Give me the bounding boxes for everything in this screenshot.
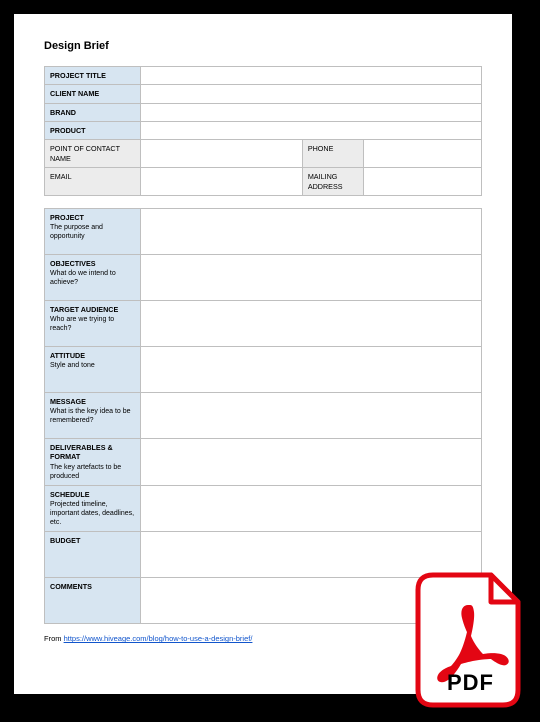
- brand-value: [141, 103, 482, 121]
- sections-table: PROJECTThe purpose and opportunityOBJECT…: [44, 208, 482, 625]
- table-row: DELIVERABLES & FORMATThe key artefacts t…: [45, 438, 482, 485]
- section-subtext: Who are we trying to reach?: [50, 315, 135, 333]
- section-label: DELIVERABLES & FORMATThe key artefacts t…: [45, 438, 141, 485]
- email-value: [141, 168, 303, 196]
- section-value: [141, 208, 482, 254]
- section-heading: TARGET AUDIENCE: [50, 305, 135, 314]
- section-subtext: What do we intend to achieve?: [50, 269, 135, 287]
- section-label: TARGET AUDIENCEWho are we trying to reac…: [45, 300, 141, 346]
- section-subtext: Projected timeline, important dates, dea…: [50, 500, 135, 527]
- section-label: BUDGET: [45, 532, 141, 578]
- page-title: Design Brief: [44, 40, 482, 52]
- section-label: MESSAGEWhat is the key idea to be rememb…: [45, 392, 141, 438]
- email-label: EMAIL: [45, 168, 141, 196]
- section-heading: OBJECTIVES: [50, 259, 135, 268]
- product-label: PRODUCT: [45, 122, 141, 140]
- mailing-label: MAILING ADDRESS: [302, 168, 363, 196]
- poc-value: [141, 140, 303, 168]
- header-info-table: PROJECT TITLE CLIENT NAME BRAND PRODUCT …: [44, 66, 482, 196]
- table-row: BRAND: [45, 103, 482, 121]
- section-label: COMMENTS: [45, 578, 141, 624]
- project-title-label: PROJECT TITLE: [45, 67, 141, 85]
- section-heading: PROJECT: [50, 213, 135, 222]
- table-row: SCHEDULEProjected timeline, important da…: [45, 485, 482, 532]
- table-row: CLIENT NAME: [45, 85, 482, 103]
- client-name-value: [141, 85, 482, 103]
- section-value: [141, 346, 482, 392]
- product-value: [141, 122, 482, 140]
- section-label: ATTITUDEStyle and tone: [45, 346, 141, 392]
- section-label: SCHEDULEProjected timeline, important da…: [45, 485, 141, 532]
- section-value: [141, 254, 482, 300]
- section-subtext: The key artefacts to be produced: [50, 463, 135, 481]
- section-value: [141, 485, 482, 532]
- section-heading: COMMENTS: [50, 582, 135, 591]
- project-title-value: [141, 67, 482, 85]
- section-label: OBJECTIVESWhat do we intend to achieve?: [45, 254, 141, 300]
- table-row: ATTITUDEStyle and tone: [45, 346, 482, 392]
- section-heading: DELIVERABLES & FORMAT: [50, 443, 135, 462]
- section-heading: MESSAGE: [50, 397, 135, 406]
- section-label: PROJECTThe purpose and opportunity: [45, 208, 141, 254]
- section-subtext: Style and tone: [50, 361, 135, 370]
- pdf-badge-label: PDF: [413, 670, 528, 696]
- client-name-label: CLIENT NAME: [45, 85, 141, 103]
- phone-value: [363, 140, 481, 168]
- table-row: EMAIL MAILING ADDRESS: [45, 168, 482, 196]
- poc-label: POINT OF CONTACT NAME: [45, 140, 141, 168]
- section-heading: BUDGET: [50, 536, 135, 545]
- section-subtext: What is the key idea to be remembered?: [50, 407, 135, 425]
- table-row: OBJECTIVESWhat do we intend to achieve?: [45, 254, 482, 300]
- pdf-file-icon: PDF: [413, 570, 528, 710]
- table-row: PROJECT TITLE: [45, 67, 482, 85]
- section-value: [141, 438, 482, 485]
- mailing-value: [363, 168, 481, 196]
- table-row: PRODUCT: [45, 122, 482, 140]
- section-subtext: The purpose and opportunity: [50, 223, 135, 241]
- section-heading: ATTITUDE: [50, 351, 135, 360]
- section-value: [141, 392, 482, 438]
- phone-label: PHONE: [302, 140, 363, 168]
- section-heading: SCHEDULE: [50, 490, 135, 499]
- credit-link[interactable]: https://www.hiveage.com/blog/how-to-use-…: [64, 634, 253, 643]
- table-row: POINT OF CONTACT NAME PHONE: [45, 140, 482, 168]
- credit-prefix: From: [44, 634, 64, 643]
- section-value: [141, 300, 482, 346]
- table-row: TARGET AUDIENCEWho are we trying to reac…: [45, 300, 482, 346]
- brand-label: BRAND: [45, 103, 141, 121]
- table-row: PROJECTThe purpose and opportunity: [45, 208, 482, 254]
- table-row: MESSAGEWhat is the key idea to be rememb…: [45, 392, 482, 438]
